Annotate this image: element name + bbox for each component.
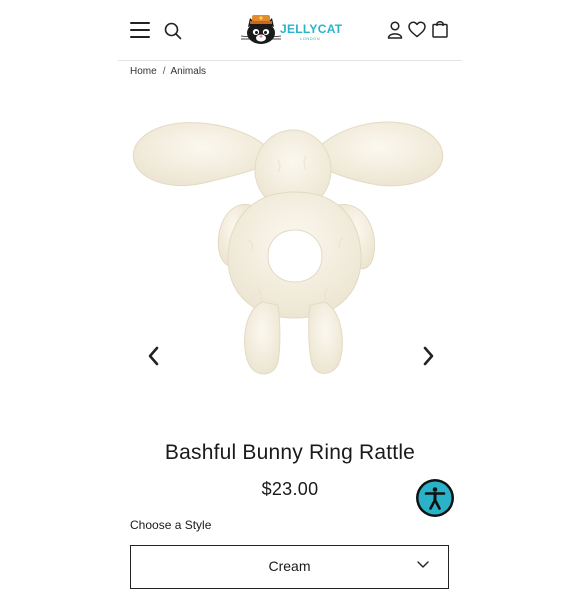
style-dropdown[interactable]: Cream <box>130 545 449 589</box>
chevron-down-icon <box>417 561 429 568</box>
next-image-arrow-icon[interactable] <box>418 344 438 368</box>
shopping-bag-icon[interactable] <box>432 20 448 38</box>
search-icon[interactable] <box>164 22 182 40</box>
brand-subtitle: LONDON <box>300 36 321 41</box>
site-header: JELLYCAT LONDON <box>0 0 580 60</box>
product-price: $23.00 <box>261 479 319 499</box>
heart-icon[interactable] <box>408 21 426 38</box>
product-image-gallery <box>118 90 462 430</box>
header-divider <box>118 60 462 61</box>
brand-name: JELLYCAT <box>280 22 343 36</box>
breadcrumb-animals[interactable]: Animals <box>170 66 206 77</box>
style-selected-value: Cream <box>268 558 311 574</box>
product-image <box>132 121 444 375</box>
style-label: Choose a Style <box>130 518 212 532</box>
product-title: Bashful Bunny Ring Rattle <box>164 441 416 464</box>
breadcrumb: Home / Animals <box>130 66 206 77</box>
accessibility-icon[interactable] <box>415 478 455 518</box>
previous-image-arrow-icon[interactable] <box>144 344 164 368</box>
account-icon[interactable] <box>387 21 403 39</box>
breadcrumb-home[interactable]: Home <box>130 66 157 77</box>
breadcrumb-separator: / <box>162 66 166 77</box>
hamburger-menu-icon[interactable] <box>130 21 152 39</box>
